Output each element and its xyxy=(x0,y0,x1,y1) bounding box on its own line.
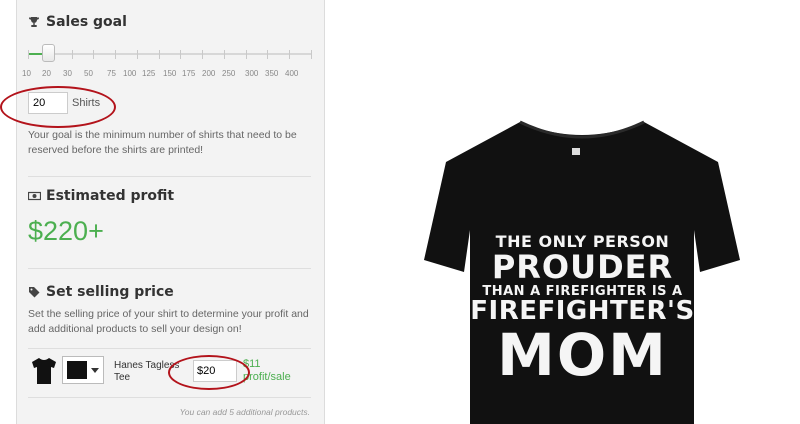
divider xyxy=(28,348,311,349)
selling-price-heading: Set selling price xyxy=(28,284,174,300)
profit-suffix: profit/sale xyxy=(243,371,291,383)
tag-icon xyxy=(28,286,40,298)
sales-goal-heading: Sales goal xyxy=(28,14,127,30)
design-line-2: PROUDER xyxy=(491,248,674,286)
divider xyxy=(28,176,311,177)
tick-label: 200 xyxy=(202,69,216,78)
slider-tick-labels: 10 20 30 50 75 100 125 150 175 200 250 3… xyxy=(22,69,312,81)
slider-track xyxy=(28,53,311,55)
tick-label: 150 xyxy=(163,69,177,78)
tick-label: 100 xyxy=(123,69,137,78)
tshirt-preview: THE ONLY PERSON PROUDER THAN A FIREFIGHT… xyxy=(400,110,765,424)
tick-label: 30 xyxy=(63,69,72,78)
sales-goal-slider[interactable] xyxy=(28,50,312,60)
divider xyxy=(28,397,311,398)
slider-tick xyxy=(158,50,160,59)
trophy-icon xyxy=(28,16,40,28)
annotation-circle-goal xyxy=(0,86,116,128)
tick-label: 50 xyxy=(84,69,93,78)
color-swatch xyxy=(67,361,87,379)
selling-price-note: Set the selling price of your shirt to d… xyxy=(28,308,309,335)
design-line-5: MOM xyxy=(497,321,668,389)
selling-price-title: Set selling price xyxy=(46,284,174,300)
tick-label: 20 xyxy=(42,69,51,78)
tick-label: 75 xyxy=(107,69,116,78)
color-select[interactable] xyxy=(62,356,104,384)
slider-tick xyxy=(289,50,291,59)
add-products-note: You can add 5 additional products. xyxy=(179,407,310,417)
estimated-profit-value: $220+ xyxy=(28,216,104,246)
caret-down-icon xyxy=(91,368,99,373)
tick-label: 125 xyxy=(142,69,156,78)
sales-goal-note: Your goal is the minimum number of shirt… xyxy=(28,129,297,156)
slider-tick xyxy=(28,50,29,59)
divider xyxy=(28,268,311,269)
estimated-profit-heading: Estimated profit xyxy=(27,188,175,204)
slider-tick xyxy=(245,50,247,59)
tshirt-thumbnail-icon xyxy=(30,356,58,386)
slider-tick xyxy=(180,50,182,59)
slider-tick xyxy=(267,50,269,59)
slider-tick xyxy=(115,50,117,59)
tick-label: 10 xyxy=(22,69,31,78)
tick-label: 300 xyxy=(245,69,259,78)
slider-tick xyxy=(223,50,225,59)
money-icon xyxy=(27,190,42,202)
annotation-circle-price xyxy=(168,355,250,390)
tick-label: 250 xyxy=(222,69,236,78)
slider-tick xyxy=(93,50,95,59)
sales-goal-title: Sales goal xyxy=(46,14,127,30)
slider-tick xyxy=(136,50,138,59)
tick-label: 400 xyxy=(285,69,299,78)
slider-tick xyxy=(311,50,312,59)
slider-tick xyxy=(202,50,204,59)
profit-per-sale: $11 profit/sale xyxy=(243,358,315,384)
tick-label: 350 xyxy=(265,69,279,78)
slider-tick xyxy=(71,50,73,59)
slider-handle[interactable] xyxy=(42,44,55,62)
estimated-profit-title: Estimated profit xyxy=(46,188,175,204)
tick-label: 175 xyxy=(182,69,196,78)
